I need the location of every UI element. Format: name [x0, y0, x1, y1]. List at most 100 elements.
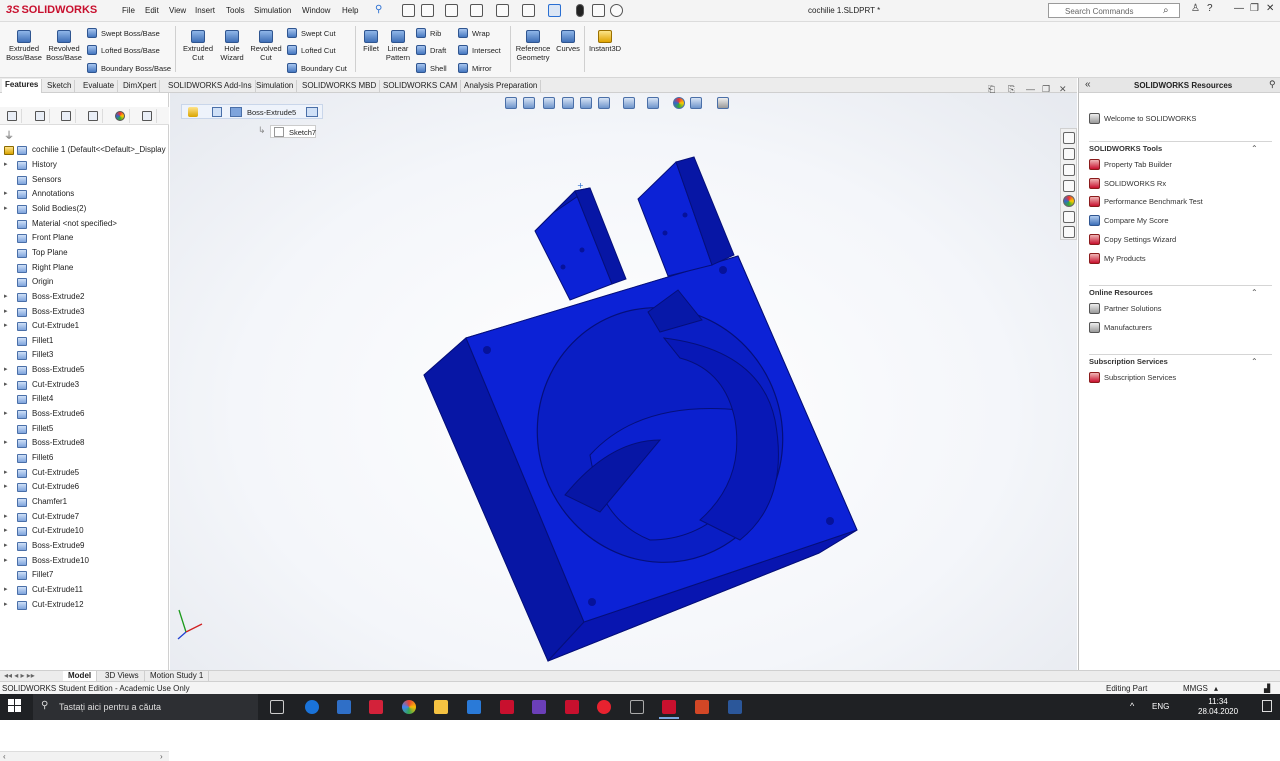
solidworks-running-icon[interactable]	[662, 700, 676, 714]
expand-arrow-icon[interactable]: ▸	[4, 187, 8, 201]
tab-simulation[interactable]: Simulation	[253, 80, 298, 92]
tree-item[interactable]: Origin	[0, 275, 168, 289]
expand-arrow-icon[interactable]: ▸	[4, 510, 8, 524]
expand-arrow-icon[interactable]: ▸	[4, 319, 8, 333]
hole-wizard-button[interactable]: Hole Wizard	[215, 30, 249, 62]
custom-properties-icon[interactable]	[1063, 211, 1075, 223]
more-tabs-button[interactable]	[137, 109, 157, 123]
tree-item[interactable]: Fillet1	[0, 334, 168, 348]
resource-link[interactable]: Property Tab Builder	[1089, 159, 1172, 170]
tab-scroll-arrows-icon[interactable]: ◂◂ ◂ ▸ ▸▸	[4, 671, 35, 680]
select-cursor-icon[interactable]	[548, 4, 561, 17]
language-indicator[interactable]: ENG	[1152, 702, 1169, 711]
swept-cut-button[interactable]: Swept Cut	[287, 28, 336, 38]
opera-icon[interactable]	[597, 700, 611, 714]
shell-button[interactable]: Shell	[416, 63, 447, 73]
part-icon[interactable]	[188, 107, 198, 117]
view-palette-icon[interactable]	[1063, 180, 1075, 192]
pin-icon[interactable]: ⚲	[1269, 79, 1276, 90]
edit-appearance-icon[interactable]	[673, 97, 685, 109]
tree-item[interactable]: ▸ Boss-Extrude3	[0, 305, 168, 319]
collapse-section-icon[interactable]: ⌃	[1251, 357, 1258, 366]
undo-icon[interactable]	[522, 4, 535, 17]
tree-item[interactable]: ▸ Boss-Extrude2	[0, 290, 168, 304]
tree-item[interactable]: ▸ Boss-Extrude10	[0, 554, 168, 568]
start-button[interactable]	[8, 699, 22, 713]
expand-arrow-icon[interactable]: ▸	[4, 378, 8, 392]
linear-pattern-button[interactable]: Linear Pattern	[384, 30, 412, 62]
scroll-left-icon[interactable]: ‹	[3, 752, 6, 761]
collapse-section-icon[interactable]: ⌃	[1251, 288, 1258, 297]
help-button[interactable]: ?	[1207, 3, 1213, 14]
expand-arrow-icon[interactable]: ▸	[4, 290, 8, 304]
save-icon[interactable]	[470, 4, 483, 17]
horizontal-scrollbar[interactable]: ‹ ›	[0, 751, 169, 761]
displaymanager-tab[interactable]	[110, 109, 130, 123]
resource-link[interactable]: Performance Benchmark Test	[1089, 196, 1203, 208]
tree-item[interactable]: Right Plane	[0, 261, 168, 275]
revolved-cut-button[interactable]: Revolved Cut	[248, 30, 284, 62]
swept-boss-button[interactable]: Swept Boss/Base	[87, 28, 160, 38]
options-gear-icon[interactable]	[610, 4, 623, 17]
solidworks-logo[interactable]: 3S SOLIDWORKS	[6, 4, 97, 16]
units-dropdown-icon[interactable]: ▴	[1214, 684, 1218, 693]
tree-item[interactable]: ▸ Boss-Extrude9	[0, 539, 168, 553]
scroll-right-icon[interactable]: ›	[160, 752, 163, 761]
lofted-boss-button[interactable]: Lofted Boss/Base	[87, 45, 160, 55]
resource-link[interactable]: My Products	[1089, 252, 1146, 264]
tree-item[interactable]: Fillet3	[0, 348, 168, 362]
tab-sketch[interactable]: Sketch	[44, 80, 76, 92]
propertymanager-tab[interactable]	[30, 109, 50, 123]
notifications-icon[interactable]	[1262, 700, 1272, 712]
home-icon[interactable]	[1063, 132, 1075, 144]
search-icon[interactable]: ⌕	[1163, 5, 1169, 16]
expand-arrow-icon[interactable]: ▸	[4, 466, 8, 480]
file-properties-icon[interactable]	[592, 4, 605, 17]
solidworks-2018-icon[interactable]	[500, 700, 514, 714]
menu-window[interactable]: Window	[302, 6, 330, 15]
tray-chevron-icon[interactable]: ^	[1130, 701, 1134, 711]
solidworks-icon[interactable]	[565, 700, 579, 714]
expand-arrow-icon[interactable]: ▸	[4, 583, 8, 597]
status-units[interactable]: MMGS	[1183, 684, 1208, 693]
draft-button[interactable]: Draft	[416, 45, 446, 55]
menu-simulation[interactable]: Simulation	[254, 6, 291, 15]
pin-icon[interactable]: ⚲	[375, 4, 382, 15]
taskbar-search[interactable]: ⚲ Tastați aici pentru a căuta	[33, 694, 258, 720]
hide-show-items-icon[interactable]	[647, 97, 659, 109]
tab-dimxpert[interactable]: DimXpert	[120, 80, 161, 92]
zoom-to-fit-icon[interactable]	[505, 97, 517, 109]
mirror-button[interactable]: Mirror	[458, 63, 492, 73]
resource-link[interactable]: SOLIDWORKS Rx	[1089, 177, 1166, 189]
menu-insert[interactable]: Insert	[195, 6, 215, 15]
instant3d-button[interactable]: Instant3D	[586, 30, 624, 54]
traffic-light-icon[interactable]	[576, 4, 584, 17]
filter-icon[interactable]: ⏚	[4, 127, 14, 142]
tree-item[interactable]: Material <not specified>	[0, 217, 168, 231]
tree-item[interactable]: Fillet5	[0, 422, 168, 436]
expand-arrow-icon[interactable]: ▸	[4, 524, 8, 538]
body-icon[interactable]	[212, 107, 222, 117]
design-library-icon[interactable]	[1063, 148, 1075, 160]
intersect-button[interactable]: Intersect	[458, 45, 501, 55]
tab-features[interactable]: Features	[2, 79, 43, 93]
tree-item[interactable]: Chamfer1	[0, 495, 168, 509]
breadcrumb-sketch[interactable]: Sketch7	[270, 125, 316, 138]
minimize-button[interactable]: —	[1234, 3, 1244, 14]
dimxpertmanager-tab[interactable]	[83, 109, 103, 123]
menu-view[interactable]: View	[169, 6, 186, 15]
extruded-cut-button[interactable]: Extruded Cut	[180, 30, 216, 62]
resource-link[interactable]: Partner Solutions	[1089, 303, 1162, 314]
view-orientation-icon[interactable]	[598, 97, 610, 109]
tab-addins[interactable]: SOLIDWORKS Add-Ins	[165, 80, 256, 92]
tree-item[interactable]: ▸ Solid Bodies(2)	[0, 202, 168, 216]
tree-item[interactable]: Fillet4	[0, 392, 168, 406]
configurationmanager-tab[interactable]	[56, 109, 76, 123]
section-header[interactable]: Subscription Services	[1089, 357, 1168, 366]
tree-item[interactable]: Front Plane	[0, 231, 168, 245]
lofted-cut-button[interactable]: Lofted Cut	[287, 45, 336, 55]
expand-arrow-icon[interactable]: ▸	[4, 436, 8, 450]
close-button[interactable]: ✕	[1266, 3, 1274, 14]
rib-button[interactable]: Rib	[416, 28, 441, 38]
resource-link[interactable]: Compare My Score	[1089, 215, 1169, 227]
